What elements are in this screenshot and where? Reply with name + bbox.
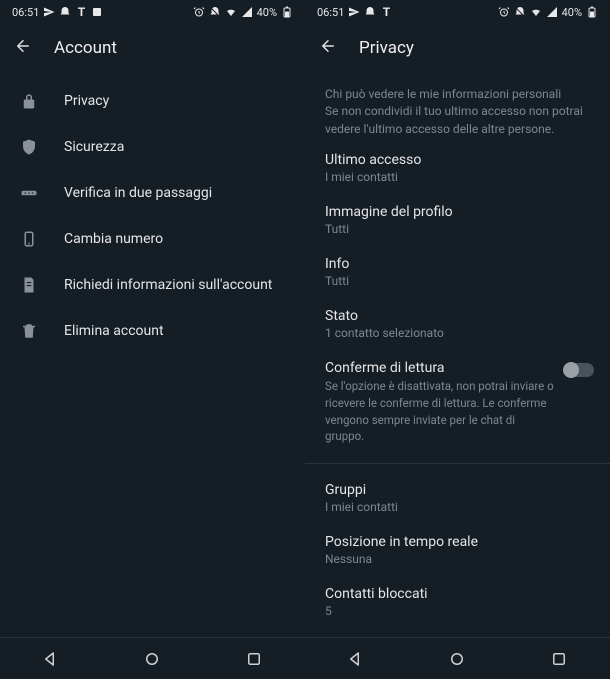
setting-label: Posizione in tempo reale: [325, 534, 590, 550]
setting-label: Immagine del profilo: [325, 204, 590, 220]
signal-icon: [241, 6, 253, 18]
password-icon: [20, 184, 38, 202]
page-title: Account: [54, 38, 117, 58]
nav-home[interactable]: [142, 649, 162, 669]
toggle-switch[interactable]: [564, 363, 594, 377]
setting-value: 1 contatto selezionato: [325, 326, 590, 340]
app-icon: [91, 6, 103, 18]
setting-label: Contatti bloccati: [325, 586, 590, 602]
back-button[interactable]: [14, 37, 32, 59]
menu-item-security[interactable]: Sicurezza: [0, 124, 305, 170]
setting-read-receipts[interactable]: Conferme di lettura Se l'opzione è disat…: [305, 350, 610, 455]
account-menu: Privacy Sicurezza Verifica in due passag…: [0, 72, 305, 637]
nav-home[interactable]: [447, 649, 467, 669]
header-privacy: Privacy: [305, 24, 610, 72]
menu-item-request-info[interactable]: Richiedi informazioni sull'account: [0, 262, 305, 308]
setting-label: Ultimo accesso: [325, 152, 590, 168]
wifi-icon: [225, 6, 237, 18]
signal-icon: [546, 6, 558, 18]
nav-back[interactable]: [346, 649, 366, 669]
dnd-icon: [209, 6, 221, 18]
status-time: 06:51: [317, 6, 344, 19]
setting-label: Stato: [325, 308, 590, 324]
nav-back[interactable]: [41, 649, 61, 669]
setting-groups[interactable]: Gruppi I miei contatti: [305, 472, 610, 524]
setting-label: Gruppi: [325, 482, 590, 498]
shield-icon: [20, 138, 38, 156]
menu-item-delete-account[interactable]: Elimina account: [0, 308, 305, 354]
desc-sub: Se non condividi il tuo ultimo accesso n…: [325, 103, 590, 138]
status-time: 06:51: [12, 6, 39, 19]
menu-item-privacy[interactable]: Privacy: [0, 78, 305, 124]
section-description: Chi può vedere le mie informazioni perso…: [305, 78, 610, 142]
nav-bar: [0, 637, 305, 679]
app-t-icon: T: [380, 6, 392, 18]
setting-blocked-contacts[interactable]: Contatti bloccati 5: [305, 576, 610, 628]
battery-icon: [281, 6, 293, 18]
telegram-icon: [43, 6, 55, 18]
document-icon: [20, 276, 38, 294]
phone-privacy: 06:51 T 40% Privacy Chi può vedere le mi…: [305, 0, 610, 679]
notification-icon: [364, 6, 376, 18]
divider: [305, 463, 610, 464]
menu-label: Privacy: [64, 93, 109, 109]
setting-status[interactable]: Stato 1 contatto selezionato: [305, 298, 610, 350]
setting-value: Tutti: [325, 274, 590, 288]
nav-bar: [305, 637, 610, 679]
menu-label: Richiedi informazioni sull'account: [64, 277, 272, 293]
header-account: Account: [0, 24, 305, 72]
setting-label: Info: [325, 256, 590, 272]
back-button[interactable]: [319, 37, 337, 59]
menu-label: Cambia numero: [64, 231, 163, 247]
alarm-icon: [193, 6, 205, 18]
setting-last-seen[interactable]: Ultimo accesso I miei contatti: [305, 142, 610, 194]
setting-value: Nessuna: [325, 552, 590, 566]
setting-value: I miei contatti: [325, 500, 590, 514]
menu-label: Elimina account: [64, 323, 164, 339]
setting-desc: Se l'opzione è disattivata, non potrai i…: [325, 378, 554, 445]
nav-recent[interactable]: [244, 649, 264, 669]
alarm-icon: [498, 6, 510, 18]
battery-icon: [586, 6, 598, 18]
wifi-icon: [530, 6, 542, 18]
telegram-icon: [348, 6, 360, 18]
battery-percent: 40%: [257, 6, 277, 19]
phone-swap-icon: [20, 230, 38, 248]
setting-value: 5: [325, 604, 590, 618]
setting-live-location[interactable]: Posizione in tempo reale Nessuna: [305, 524, 610, 576]
status-bar: 06:51 T 40%: [305, 0, 610, 24]
menu-item-two-step[interactable]: Verifica in due passaggi: [0, 170, 305, 216]
setting-info[interactable]: Info Tutti: [305, 246, 610, 298]
page-title: Privacy: [359, 38, 414, 58]
battery-percent: 40%: [562, 6, 582, 19]
desc-heading: Chi può vedere le mie informazioni perso…: [325, 86, 590, 103]
phone-account: 06:51 T 40% Account Privacy: [0, 0, 305, 679]
nav-recent[interactable]: [549, 649, 569, 669]
trash-icon: [20, 322, 38, 340]
setting-label: Conferme di lettura: [325, 360, 554, 376]
dnd-icon: [514, 6, 526, 18]
notification-icon: [59, 6, 71, 18]
menu-label: Verifica in due passaggi: [64, 185, 212, 201]
privacy-content: Chi può vedere le mie informazioni perso…: [305, 72, 610, 637]
setting-value: I miei contatti: [325, 170, 590, 184]
lock-icon: [20, 92, 38, 110]
menu-item-change-number[interactable]: Cambia numero: [0, 216, 305, 262]
setting-value: Tutti: [325, 222, 590, 236]
app-t-icon: T: [75, 6, 87, 18]
status-bar: 06:51 T 40%: [0, 0, 305, 24]
menu-label: Sicurezza: [64, 139, 124, 155]
setting-profile-photo[interactable]: Immagine del profilo Tutti: [305, 194, 610, 246]
